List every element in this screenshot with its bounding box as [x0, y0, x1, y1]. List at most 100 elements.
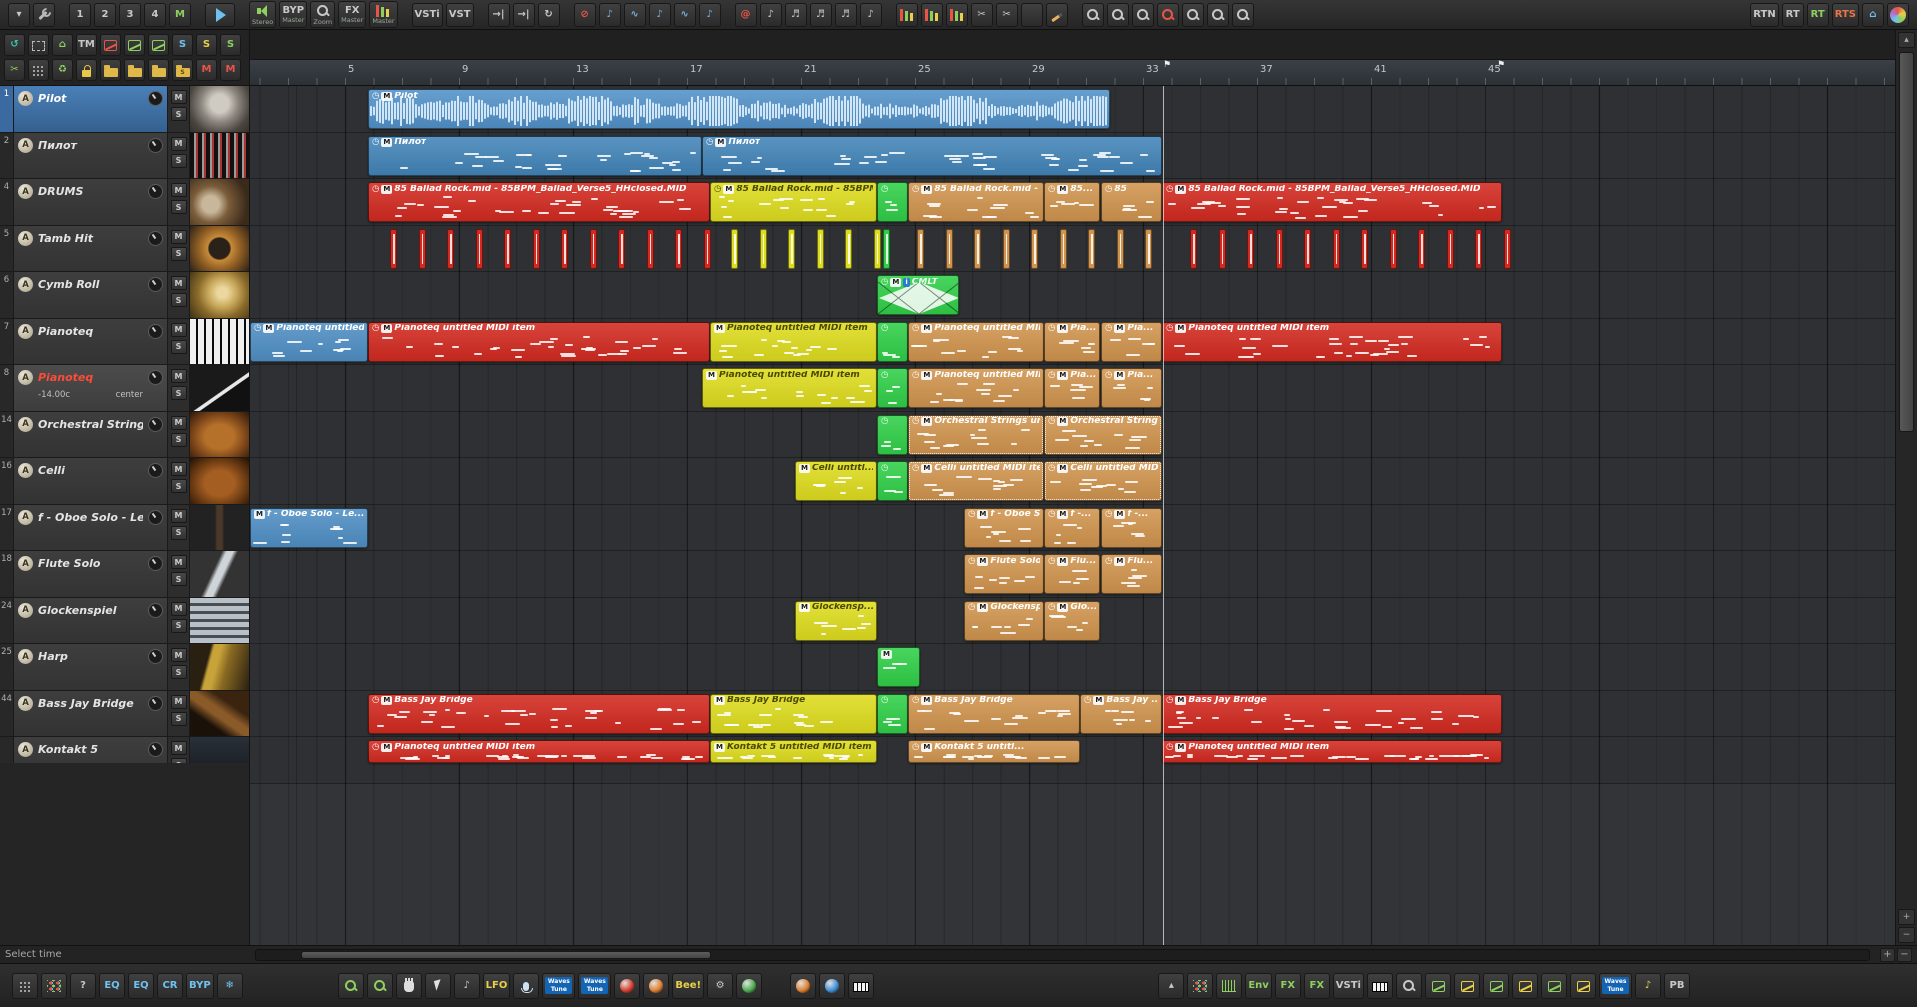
record-arm-button[interactable]: A: [18, 695, 33, 711]
track-row-12[interactable]: 24 A Glockenspiel M S: [0, 597, 249, 644]
ruler-marker-flag[interactable]: ⚑: [1497, 61, 1505, 70]
solo-button[interactable]: S: [170, 246, 187, 261]
vertical-zoom-in-button[interactable]: +: [1898, 909, 1915, 925]
media-item[interactable]: M Bass Jay Bridge: [710, 693, 877, 734]
scroll-up-button[interactable]: ▴: [1898, 32, 1915, 48]
media-item[interactable]: ◷MOrchestral Strings untitl...: [908, 414, 1044, 455]
bee-tool-button[interactable]: Bee!: [672, 972, 705, 999]
note-input-icon-2[interactable]: ♪: [648, 2, 671, 27]
media-item-hit[interactable]: [873, 228, 881, 269]
waves-tune-button[interactable]: Waves Tune: [542, 972, 576, 999]
media-item-hit[interactable]: [646, 228, 654, 269]
track-row-3[interactable]: 4 A DRUMS M S: [0, 179, 249, 226]
microphone-icon[interactable]: [513, 972, 540, 999]
zoom-selection-icon[interactable]: [337, 972, 364, 999]
go-to-start-icon[interactable]: →|: [512, 2, 535, 27]
media-item[interactable]: ◷ M Pianoteq untitled MIDI item: [368, 321, 710, 362]
zoom-out-project-icon[interactable]: [1081, 2, 1104, 27]
media-item[interactable]: ◷ Mi CMLT: [877, 275, 959, 315]
track-row-9[interactable]: 16 A Celli M S: [0, 458, 249, 505]
track-name[interactable]: Pilot: [38, 91, 143, 106]
dock-up-button[interactable]: ▴: [1158, 972, 1185, 999]
media-item[interactable]: ◷ M Bass Jay Bridge: [368, 693, 710, 734]
media-item[interactable]: ◷MCelli untitled MID...: [1044, 461, 1162, 501]
media-item[interactable]: ◷ M 85 Ballad Rock.mid - 85BPM_Ballad_Vers…: [368, 182, 710, 222]
ramp-input-icon[interactable]: ∿: [623, 2, 646, 27]
folder-icon-3[interactable]: [148, 59, 169, 81]
track-name[interactable]: Bass Jay Bridge: [38, 696, 143, 711]
at-articulation-icon[interactable]: @: [734, 2, 757, 27]
media-item[interactable]: ◷: [877, 321, 908, 362]
horizontal-zoom-out-button[interactable]: −: [1897, 947, 1912, 962]
media-item-hit[interactable]: [1190, 228, 1197, 269]
media-item-hit[interactable]: [759, 228, 767, 269]
mute-button[interactable]: M: [170, 601, 187, 616]
record-arm-button[interactable]: A: [18, 137, 33, 153]
pan-knob[interactable]: [148, 370, 163, 385]
beamed-note-icon-2[interactable]: ♬: [809, 2, 832, 27]
note-tool-icon[interactable]: ♪: [1635, 972, 1661, 999]
track-name[interactable]: Cymb Roll: [38, 277, 143, 292]
meter-rg-icon[interactable]: [920, 2, 943, 27]
mute-all-button[interactable]: M: [196, 59, 217, 81]
media-item[interactable]: ◷MPianoteq untitled MIDI it...: [908, 321, 1044, 362]
track-name[interactable]: Flute Solo: [38, 556, 143, 571]
media-item-hit[interactable]: [1503, 228, 1511, 269]
automation-icon-3[interactable]: [1483, 972, 1509, 999]
pan-knob[interactable]: [148, 463, 163, 478]
media-item[interactable]: ◷ M Pia...: [1044, 368, 1100, 408]
track-row-5[interactable]: 6 A Cymb Roll M S: [0, 272, 249, 319]
go-to-end-icon[interactable]: →|: [487, 2, 510, 27]
media-item[interactable]: ◷: [877, 414, 908, 455]
media-item-hit[interactable]: [845, 228, 852, 269]
note-articulation-icon[interactable]: ♪: [759, 2, 782, 27]
media-item-hit[interactable]: [1332, 228, 1340, 269]
track-pan-readout[interactable]: center: [116, 390, 143, 400]
master-bypass-button[interactable]: BYP Master: [279, 1, 308, 28]
media-item[interactable]: ◷ M Пилот: [702, 135, 1162, 176]
mute-button[interactable]: M: [170, 648, 187, 662]
media-item[interactable]: ◷M85 Ballad Rock.mid - 85...: [908, 182, 1044, 222]
vertical-scrollbar[interactable]: ▴ + −: [1895, 30, 1917, 945]
master-meter-button[interactable]: Master: [369, 1, 398, 28]
record-arm-button[interactable]: A: [18, 277, 33, 292]
mute-button[interactable]: M: [170, 415, 187, 430]
media-item[interactable]: M Celli untitl...: [795, 461, 877, 501]
rt-button[interactable]: RT: [1781, 2, 1804, 27]
media-item[interactable]: ◷: [877, 693, 908, 734]
pan-knob[interactable]: [148, 416, 163, 432]
fx-button[interactable]: FX: [1274, 972, 1301, 999]
track-row-7[interactable]: 8 A Pianoteq -14.00c center M S: [0, 365, 249, 412]
media-item[interactable]: ◷MCelli untitled MIDI item: [908, 461, 1044, 501]
pan-knob[interactable]: [148, 509, 163, 525]
solo-button[interactable]: S: [170, 479, 187, 493]
crossfade-button[interactable]: CR: [157, 972, 183, 999]
media-item-hit[interactable]: [418, 228, 426, 269]
media-item[interactable]: ◷ M Pianoteq untitled MIDI item: [1162, 321, 1502, 362]
mute-button[interactable]: M: [170, 276, 187, 290]
settings-wrench-icon[interactable]: [33, 2, 55, 27]
media-item[interactable]: ◷ M Pia...: [1101, 321, 1162, 362]
screenset-3-button[interactable]: 3: [119, 2, 141, 27]
options-dropdown-button[interactable]: ▾: [8, 2, 30, 27]
track-name[interactable]: Пилот: [38, 138, 143, 153]
track-name[interactable]: f - Oboe Solo - Lega: [38, 510, 143, 525]
pan-knob[interactable]: [148, 649, 163, 664]
envelope-red-icon[interactable]: [100, 34, 121, 56]
record-arm-button[interactable]: A: [18, 184, 33, 199]
mute-button[interactable]: M: [170, 508, 187, 523]
pan-knob[interactable]: [148, 556, 163, 571]
tm-button[interactable]: TM: [76, 34, 97, 56]
media-item[interactable]: M: [877, 647, 920, 687]
media-item[interactable]: ◷MPianoteq untitled...: [250, 321, 368, 362]
track-row-8[interactable]: 14 A Orchestral Strings M S: [0, 411, 249, 458]
pattern-dots-icon[interactable]: [1187, 972, 1214, 999]
media-item[interactable]: ◷M85 Ballad Rock.mid - 85BPM_B...: [710, 182, 877, 222]
media-item[interactable]: M Pianoteq untitled MIDI item: [710, 321, 877, 362]
media-item-hit[interactable]: [589, 228, 597, 269]
pan-knob[interactable]: [148, 137, 163, 153]
media-item-hit[interactable]: [788, 228, 795, 269]
track-name[interactable]: Tamb Hit: [38, 231, 143, 246]
reaper-logo-icon[interactable]: [1887, 2, 1909, 27]
media-item-hit[interactable]: [1446, 228, 1454, 269]
